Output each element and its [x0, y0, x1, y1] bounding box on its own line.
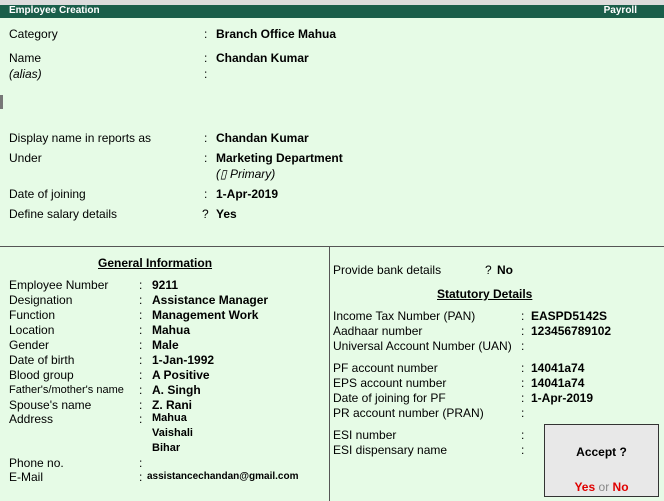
accept-dialog: Accept ? Yes or No [544, 424, 659, 497]
primary-icon: ▯ [220, 167, 227, 181]
phone-label: Phone no. [9, 456, 64, 470]
esi-label: ESI number [333, 428, 397, 442]
address-line-2[interactable]: Vaishali [152, 427, 193, 439]
gender-value[interactable]: Male [152, 338, 179, 352]
dob-value[interactable]: 1-Jan-1992 [152, 353, 214, 367]
title-bar: Employee Creation Payroll [0, 5, 664, 18]
emp-number-value[interactable]: 9211 [152, 278, 178, 292]
company-label: Payroll [603, 5, 637, 16]
accept-question: Accept ? [576, 445, 627, 459]
address-line-3[interactable]: Bihar [152, 442, 180, 454]
uan-label: Universal Account Number (UAN) [333, 339, 512, 353]
pf-joining-label: Date of joining for PF [333, 391, 446, 405]
display-name-value[interactable]: Chandan Kumar [216, 131, 309, 145]
bank-label: Provide bank details [333, 263, 442, 277]
function-value[interactable]: Management Work [152, 308, 258, 322]
accept-no-button[interactable]: No [613, 480, 629, 494]
salary-value[interactable]: Yes [216, 207, 237, 221]
colon: : [521, 391, 525, 405]
pf-label: PF account number [333, 361, 438, 375]
pran-label: PR account number (PRAN) [333, 406, 484, 420]
bank-value[interactable]: No [497, 263, 513, 277]
colon: : [521, 376, 525, 390]
eps-value[interactable]: 14041a74 [531, 376, 584, 390]
spouse-label: Spouse's name [9, 398, 92, 412]
parent-name-value[interactable]: A. Singh [152, 383, 201, 397]
address-line-1[interactable]: Mahua [152, 412, 187, 424]
colon: : [521, 443, 525, 457]
column-divider [329, 247, 330, 501]
colon: : [204, 187, 208, 201]
under-parent: (▯ Primary) [216, 167, 276, 181]
colon: : [139, 278, 143, 292]
question-mark: ? [485, 263, 492, 277]
statutory-heading: Statutory Details [437, 287, 533, 301]
dob-label: Date of birth [9, 353, 75, 367]
section-divider [0, 246, 664, 247]
alias-label: (alias) [9, 67, 42, 81]
colon: : [139, 368, 143, 382]
colon: : [139, 398, 143, 412]
colon: : [204, 27, 208, 41]
colon: : [204, 131, 208, 145]
spouse-value[interactable]: Z. Rani [152, 398, 192, 412]
colon: : [139, 323, 143, 337]
parent-name-label: Father's/mother's name [9, 384, 124, 396]
gender-label: Gender [9, 338, 50, 352]
general-info-heading: General Information [98, 256, 213, 270]
blood-group-value[interactable]: A Positive [152, 368, 210, 382]
colon: : [139, 383, 143, 397]
aadhaar-value[interactable]: 123456789102 [531, 324, 611, 338]
left-scroll-tick [0, 95, 3, 109]
salary-label: Define salary details [9, 207, 118, 221]
location-label: Location [9, 323, 55, 337]
pf-joining-value[interactable]: 1-Apr-2019 [531, 391, 593, 405]
colon: : [521, 406, 525, 420]
accept-options: Yes or No [545, 480, 658, 494]
address-label: Address [9, 412, 54, 426]
name-value[interactable]: Chandan Kumar [216, 51, 309, 65]
window-title: Employee Creation [9, 5, 100, 16]
name-label: Name [9, 51, 42, 65]
colon: : [521, 361, 525, 375]
email-label: E-Mail [9, 470, 44, 484]
designation-label: Designation [9, 293, 73, 307]
designation-value[interactable]: Assistance Manager [152, 293, 268, 307]
pan-label: Income Tax Number (PAN) [333, 309, 476, 323]
email-value[interactable]: assistancechandan@gmail.com [147, 471, 298, 482]
colon: : [139, 308, 143, 322]
under-value[interactable]: Marketing Department [216, 151, 343, 165]
function-label: Function [9, 308, 56, 322]
colon: : [139, 456, 143, 470]
location-value[interactable]: Mahua [152, 323, 190, 337]
under-label: Under [9, 151, 42, 165]
blood-group-label: Blood group [9, 368, 74, 382]
category-value[interactable]: Branch Office Mahua [216, 27, 336, 41]
colon: : [204, 51, 208, 65]
colon: : [139, 293, 143, 307]
emp-number-label: Employee Number [9, 278, 109, 292]
question-mark: ? [202, 207, 209, 221]
colon: : [521, 339, 525, 353]
colon: : [139, 412, 143, 426]
esi-dispensary-label: ESI dispensary name [333, 443, 448, 457]
accept-or: or [598, 480, 610, 494]
pf-value[interactable]: 14041a74 [531, 361, 584, 375]
colon: : [139, 338, 143, 352]
pan-value[interactable]: EASPD5142S [531, 309, 607, 323]
category-label: Category [9, 27, 58, 41]
colon: : [139, 353, 143, 367]
display-name-label: Display name in reports as [9, 131, 152, 145]
accept-yes-button[interactable]: Yes [574, 480, 595, 494]
colon: : [521, 428, 525, 442]
colon: : [204, 67, 208, 81]
colon: : [521, 309, 525, 323]
aadhaar-label: Aadhaar number [333, 324, 423, 338]
colon: : [204, 151, 208, 165]
colon: : [139, 470, 143, 484]
doj-label: Date of joining [9, 187, 86, 201]
colon: : [521, 324, 525, 338]
eps-label: EPS account number [333, 376, 447, 390]
doj-value[interactable]: 1-Apr-2019 [216, 187, 278, 201]
